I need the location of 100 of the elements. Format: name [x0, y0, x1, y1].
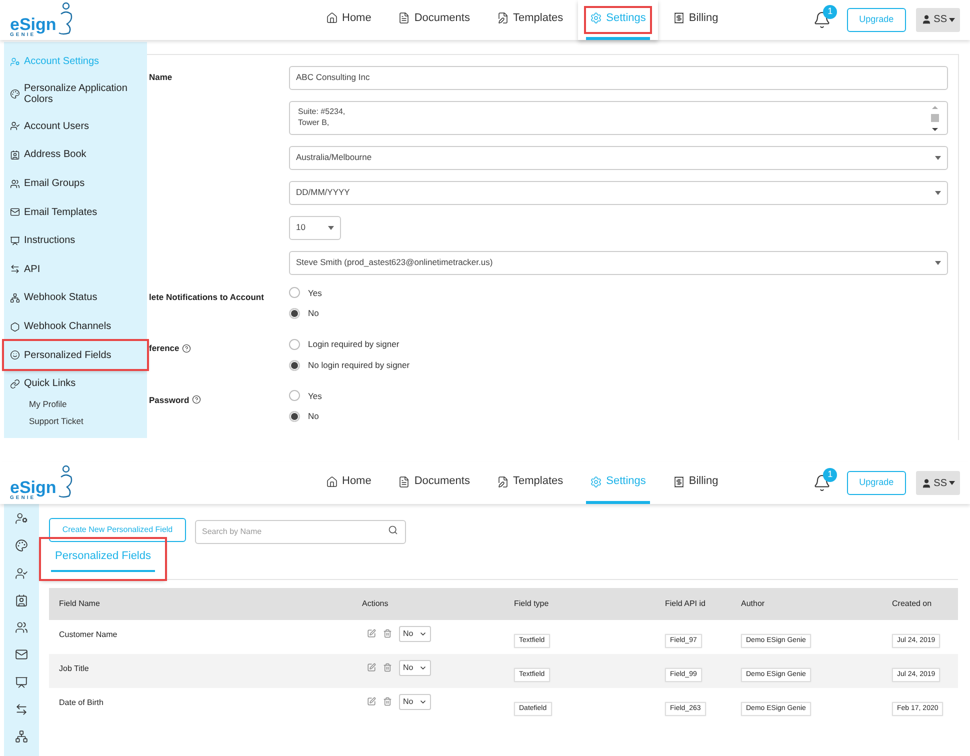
settings-icon — [590, 476, 602, 488]
search-icon — [388, 525, 398, 535]
mail-icon[interactable] — [15, 648, 28, 662]
radio-button[interactable] — [289, 360, 300, 371]
mail-icon — [10, 207, 20, 218]
nav-link[interactable]: Documents — [394, 462, 474, 504]
sidebar-menu-item[interactable]: Account Users — [4, 112, 147, 141]
field-label: ference — [149, 342, 289, 355]
table-cell-text: Customer Name — [58, 628, 118, 640]
edit-icon[interactable] — [367, 697, 376, 706]
settings-icon — [590, 12, 602, 24]
sidebar-menu-item[interactable]: Instructions — [4, 226, 147, 256]
user-check-icon[interactable] — [15, 566, 28, 580]
nav-link[interactable]: Billing — [668, 462, 722, 504]
dropdown-field[interactable]: Steve Smith (prod_astest623@onlinetimetracker.us) — [289, 250, 948, 274]
dropdown-arrow-icon — [328, 226, 334, 230]
table-cell-text: Job Title — [58, 662, 90, 674]
sidebar-menu-item[interactable]: Email Groups — [4, 169, 147, 198]
chevron-icon — [419, 698, 427, 706]
dropdown-arrow-icon — [935, 260, 941, 264]
caret-icon — [949, 481, 955, 485]
quick-link[interactable]: My Profile — [4, 398, 147, 416]
edit-icon[interactable] — [367, 629, 376, 638]
network-icon — [10, 292, 20, 303]
contact-card-icon[interactable] — [15, 594, 28, 607]
sidebar-menu-item[interactable]: Personalize Application Colors — [4, 76, 147, 112]
user-icon — [920, 14, 932, 26]
address-text-area[interactable]: Suite: #5234, Tower B, — [289, 100, 948, 134]
pen-document-icon — [496, 12, 509, 24]
dropdown-field[interactable]: No — [399, 694, 431, 710]
network-icon[interactable] — [15, 730, 28, 744]
smiley-icon — [10, 350, 20, 360]
dropdown-field[interactable]: DD/MM/YYYY — [289, 180, 948, 204]
radio-label: Yes — [308, 390, 322, 402]
quick-link[interactable]: Support Ticket — [4, 415, 147, 432]
caret-icon — [949, 18, 955, 22]
sidebar-menu-item[interactable]: Personalized Fields — [4, 340, 147, 370]
column-header: Field type — [513, 598, 550, 610]
radio-button[interactable] — [289, 411, 300, 422]
table-cell-text: Date of Birth — [58, 696, 104, 708]
home-icon — [326, 476, 338, 488]
receipt-icon — [672, 12, 685, 24]
dropdown-field[interactable]: 10 — [289, 216, 341, 240]
delete-icon[interactable] — [383, 697, 392, 706]
logo-wordmark: eSign — [10, 16, 56, 33]
nav-link[interactable]: Templates — [492, 0, 568, 40]
column-header: Field API id — [664, 598, 706, 610]
column-header: Actions — [361, 598, 390, 610]
user-menu-button[interactable]: SS — [916, 471, 960, 495]
dropdown-field[interactable]: Australia/Melbourne — [289, 146, 948, 170]
document-icon — [398, 476, 410, 488]
receipt-icon — [672, 476, 685, 488]
sidebar-menu-item[interactable]: Webhook Status — [4, 284, 147, 312]
sidebar-menu-item[interactable]: Email Templates — [4, 198, 147, 226]
user-gear-icon[interactable] — [15, 512, 28, 525]
palette-icon[interactable] — [15, 539, 28, 552]
user-icon — [920, 478, 932, 488]
arrows-icon — [10, 264, 20, 274]
presentation-icon — [10, 236, 20, 246]
address-line: Tower B, — [298, 116, 330, 128]
presentation-icon[interactable] — [15, 676, 28, 689]
sidebar-menu-item[interactable]: Quick Links — [4, 369, 147, 398]
radio-button[interactable] — [289, 308, 300, 320]
logo-wordmark: eSign — [10, 479, 56, 496]
help-icon — [182, 344, 192, 353]
nav-link[interactable]: Home — [322, 0, 376, 40]
radio-button[interactable] — [289, 338, 300, 350]
radio-label: No — [308, 307, 319, 320]
radio-label: Login required by signer — [308, 338, 400, 351]
home-icon — [326, 12, 338, 24]
hexagon-icon — [10, 322, 20, 332]
sidebar-menu-item[interactable]: Webhook Channels — [4, 312, 147, 341]
radio-button[interactable] — [289, 390, 300, 402]
link-icon — [10, 378, 20, 389]
document-icon — [398, 12, 410, 24]
address-line: Suite: #5234, — [298, 106, 346, 116]
delete-icon[interactable] — [383, 663, 392, 672]
sidebar-menu-item[interactable]: Address Book — [4, 140, 147, 170]
text-field[interactable]: ABC Consulting Inc — [289, 66, 948, 90]
arrows-icon[interactable] — [15, 703, 28, 716]
radio-button[interactable] — [289, 287, 300, 298]
nav-link[interactable]: Documents — [394, 0, 474, 40]
user-gear-icon — [10, 56, 20, 67]
dropdown-arrow-icon — [935, 156, 941, 160]
user-menu-button[interactable]: SS — [916, 8, 960, 32]
field-label: Name — [149, 70, 174, 84]
sidebar-menu-item[interactable]: API — [4, 255, 147, 284]
field-label: lete Notifications to Account — [149, 290, 265, 304]
search-field[interactable]: Search by Name — [195, 520, 406, 544]
nav-link[interactable]: Billing — [668, 0, 722, 40]
users-icon[interactable] — [15, 621, 28, 634]
dropdown-field[interactable]: No — [399, 660, 431, 676]
chevron-icon — [419, 630, 427, 638]
dropdown-arrow-icon — [935, 190, 941, 194]
edit-icon[interactable] — [367, 663, 376, 672]
dropdown-field[interactable]: No — [399, 626, 431, 642]
radio-label: No login required by signer — [308, 358, 410, 372]
delete-icon[interactable] — [383, 629, 392, 638]
nav-link[interactable]: Templates — [492, 462, 568, 504]
nav-link[interactable]: Home — [322, 462, 376, 504]
